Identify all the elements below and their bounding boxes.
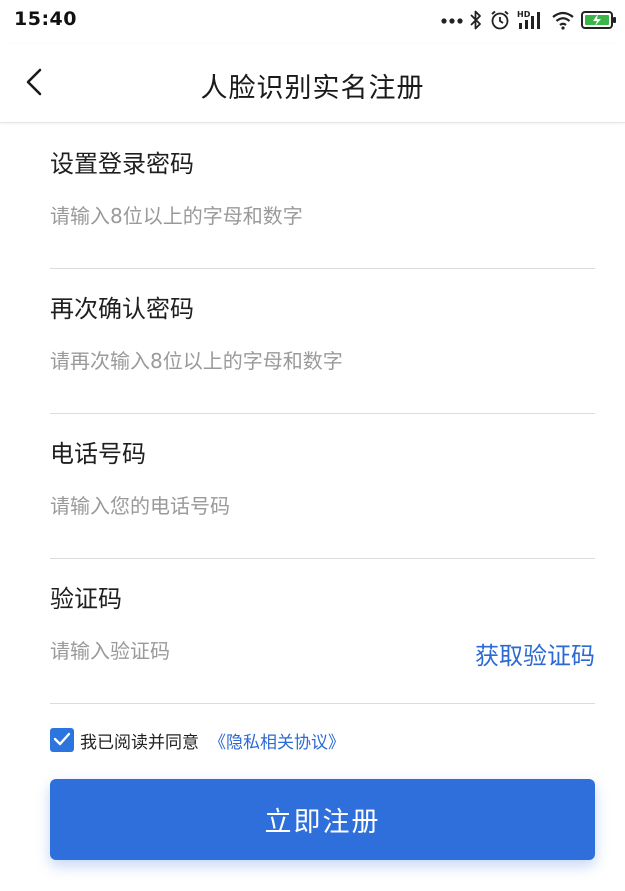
hd-label: HD [517,10,531,19]
phone-label: 电话号码 [50,440,146,468]
verification-code-field-group: 验证码 获取验证码 [50,559,595,704]
registration-form: 设置登录密码 再次确认密码 电话号码 验证码 获取验证码 [50,124,595,704]
phone-field-group: 电话号码 [50,414,595,559]
status-icons: HD [441,6,617,34]
register-button[interactable]: 立即注册 [50,779,595,860]
password-input[interactable] [50,198,450,234]
hd-signal-icon: HD [517,9,545,31]
password-field-group: 设置登录密码 [50,124,595,269]
more-dots-icon [441,15,463,25]
verification-code-input[interactable] [50,633,450,669]
password-label: 设置登录密码 [50,150,194,178]
navigation-bar: 人脸识别实名注册 [0,44,625,123]
agreement-row: 我已阅读并同意 《隐私相关协议》 [50,726,345,754]
checkmark-icon [53,731,71,750]
battery-charging-icon [581,10,617,30]
confirm-password-field-group: 再次确认密码 [50,269,595,414]
alarm-icon [489,9,511,31]
wifi-icon [551,10,575,30]
verification-code-label: 验证码 [50,585,122,613]
status-bar: 15:40 HD [0,0,625,44]
confirm-password-input[interactable] [50,343,450,379]
privacy-agreement-link[interactable]: 《隐私相关协议》 [209,728,345,753]
agreement-text: 我已阅读并同意 [80,732,199,753]
status-time: 15:40 [14,8,77,30]
page-title: 人脸识别实名注册 [200,73,425,104]
agreement-checkbox[interactable] [50,728,74,752]
phone-input[interactable] [50,488,450,524]
confirm-password-label: 再次确认密码 [50,295,194,323]
get-verification-code-button[interactable]: 获取验证码 [475,636,595,671]
register-button-label: 立即注册 [264,807,381,838]
bluetooth-icon [469,9,483,31]
